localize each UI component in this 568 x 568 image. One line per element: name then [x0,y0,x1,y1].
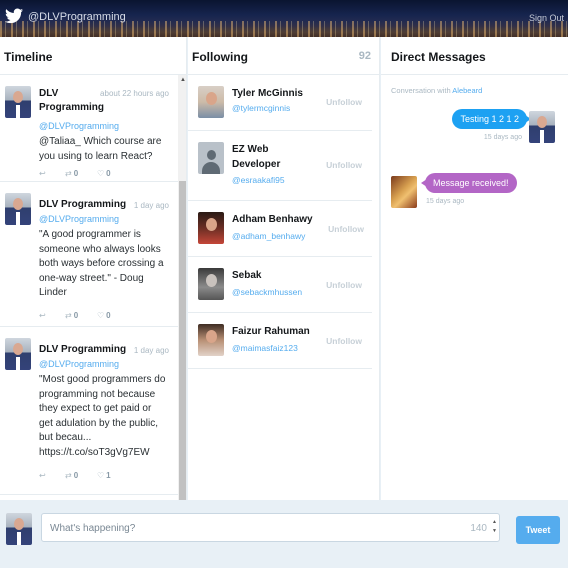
unfollow-button[interactable]: Unfollow [328,224,364,234]
top-header: @DLVProgramming Sign Out [0,0,568,37]
conversation-label: Conversation with Alebeard [391,86,482,95]
tweet-author-name[interactable]: DLV Programming [39,343,126,357]
heart-icon: ♡ [97,169,105,178]
following-name[interactable]: Adham Benhawy [232,213,322,228]
tweet-item: DLV Programming 1 day ago @DLVProgrammin… [0,327,178,495]
tweet-composer: What's happening? 140 ▲ ▼ Tweet [0,500,568,568]
direct-messages-column: Direct Messages Conversation with Alebea… [381,37,568,500]
retweet-count: 0 [73,169,79,178]
following-item: Faizur Rahuman @maimasfaiz123 Unfollow [188,313,372,369]
following-handle[interactable]: @maimasfaiz123 [232,343,298,353]
avatar[interactable] [391,176,417,208]
following-handle[interactable]: @adham_benhawy [232,231,305,241]
reply-icon[interactable]: ↩ [39,311,65,320]
following-title: Following [192,50,248,64]
tweet-author-name[interactable]: DLV Programming [39,198,126,212]
resize-handle-icon[interactable]: ▲ ▼ [492,518,497,540]
tweet-input[interactable]: What's happening? 140 ▲ ▼ [41,513,500,542]
tweet-item: DLV Programming 1 day ago @DLVProgrammin… [0,182,178,327]
tweet-author-handle[interactable]: @DLVProgramming [39,214,119,224]
retweet-button[interactable]: ⇄ 0 [65,169,97,178]
avatar[interactable] [198,268,224,300]
city-skyline-banner [0,21,568,37]
tweet-text: "A good programmer is someone who always… [39,229,164,298]
scrollbar-thumb[interactable] [179,181,186,500]
tweet-input-placeholder: What's happening? [50,523,136,534]
retweet-icon: ⇄ [65,169,72,178]
timeline-title: Timeline [0,37,186,75]
tweet-author-handle[interactable]: @DLVProgramming [39,121,119,131]
avatar[interactable] [198,324,224,356]
tweet-author-name[interactable]: DLV Programming [39,87,104,115]
unfollow-button[interactable]: Unfollow [326,97,362,107]
tweet-time[interactable]: 1 day ago [134,346,169,355]
scroll-up-arrow-icon[interactable]: ▲ [180,77,186,83]
retweet-count: 0 [73,471,79,480]
twitter-bird-icon[interactable] [5,8,23,24]
timeline-column: Timeline DLV Programming about 22 hours … [0,37,187,500]
timeline-scrollbar[interactable]: ▲ [178,75,186,500]
unfollow-button[interactable]: Unfollow [326,160,362,170]
tweet-time[interactable]: 1 day ago [134,201,169,210]
following-item: Adham Benhawy @adham_benhawy Unfollow [188,201,372,257]
tweet-time[interactable]: about 22 hours ago [100,89,169,98]
retweet-count: 0 [73,311,79,320]
like-button[interactable]: ♡ 0 [97,169,111,178]
tweet-item: DLV Programming about 22 hours ago @DLVP… [0,75,178,182]
incoming-message-bubble: Message received! [421,173,517,193]
like-count: 0 [106,169,111,178]
tweet-actions: ↩ ⇄ 0 ♡ 1 [39,471,111,480]
following-column: Following 92 Tyler McGinnis @tylermcginn… [188,37,380,500]
following-header: Following 92 [188,37,379,75]
avatar[interactable] [5,193,31,225]
avatar[interactable] [198,212,224,244]
avatar[interactable] [198,86,224,118]
default-avatar-icon[interactable] [198,142,224,174]
outgoing-message-bubble: Testing 1 2 1 2 [452,109,531,129]
unfollow-button[interactable]: Unfollow [326,336,362,346]
retweet-button[interactable]: ⇄ 0 [65,311,97,320]
direct-messages-title: Direct Messages [381,37,568,75]
retweet-icon: ⇄ [65,471,72,480]
sign-out-link[interactable]: Sign Out [529,13,564,23]
following-handle[interactable]: @tylermcginnis [232,103,290,113]
tweet-text: @Taliaa_ Which course are you using to l… [39,136,162,162]
unfollow-button[interactable]: Unfollow [326,280,362,290]
following-item: Sebak @sebackmhussen Unfollow [188,257,372,313]
message-time: 15 days ago [483,134,522,141]
following-name[interactable]: Sebak [232,269,322,284]
following-name[interactable]: EZ Web Developer [232,143,292,172]
heart-icon: ♡ [97,311,105,320]
avatar[interactable] [6,513,32,545]
conversation-prefix: Conversation with [391,86,451,95]
retweet-icon: ⇄ [65,311,72,320]
following-handle[interactable]: @esraakafi95 [232,175,285,185]
following-item: EZ Web Developer @esraakafi95 Unfollow [188,131,372,201]
avatar[interactable] [5,86,31,118]
tweet-button[interactable]: Tweet [516,516,560,544]
tweet-text: "Most good programmers do programming no… [39,374,166,458]
like-count: 0 [106,311,111,320]
tweet-actions: ↩ ⇄ 0 ♡ 0 [39,311,111,320]
tweet-author-handle[interactable]: @DLVProgramming [39,359,119,369]
following-name[interactable]: Faizur Rahuman [232,325,322,340]
following-name[interactable]: Tyler McGinnis [232,87,322,102]
following-handle[interactable]: @sebackmhussen [232,287,302,297]
retweet-button[interactable]: ⇄ 0 [65,471,97,480]
avatar[interactable] [529,111,555,143]
like-button[interactable]: ♡ 0 [97,311,111,320]
message-time: 15 days ago [426,198,465,205]
like-button[interactable]: ♡ 1 [97,471,111,480]
reply-icon[interactable]: ↩ [39,169,65,178]
tweet-actions: ↩ ⇄ 0 ♡ 0 [39,169,111,178]
conversation-user-link[interactable]: Alebeard [452,86,482,95]
character-counter: 140 [470,523,487,534]
like-count: 1 [106,471,111,480]
reply-icon[interactable]: ↩ [39,471,65,480]
following-count: 92 [358,50,371,62]
header-handle: @DLVProgramming [28,11,126,23]
heart-icon: ♡ [97,471,105,480]
avatar[interactable] [5,338,31,370]
following-item: Tyler McGinnis @tylermcginnis Unfollow [188,75,372,131]
